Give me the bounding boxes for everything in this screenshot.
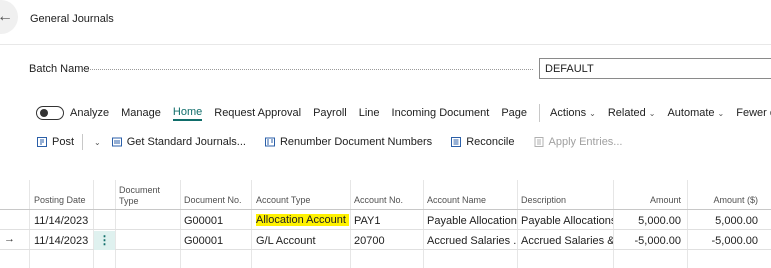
action-related-menu[interactable]: Related ⌄ [608,107,656,119]
col-account-no[interactable]: Account No. [354,195,403,206]
back-arrow-icon[interactable]: ← [0,0,18,34]
batch-name-input[interactable] [539,58,771,79]
apply-entries-label: Apply Entries... [548,136,623,148]
action-home[interactable]: Home [172,106,203,121]
post-dropdown-button[interactable]: ⌄ [91,138,101,147]
apply-entries-button[interactable]: Apply Entries... [533,136,623,148]
action-page[interactable]: Page [501,107,527,119]
chevron-down-icon: ⌄ [648,109,656,118]
cell-amount[interactable]: -5,000.00 [617,235,681,247]
col-posting-date[interactable]: Posting Date [34,195,86,206]
chevron-down-icon: ⌄ [717,109,725,118]
post-button[interactable]: Post [36,136,74,148]
renumber-label: Renumber Document Numbers [279,136,433,148]
automate-label: Automate [667,107,715,119]
col-account-type[interactable]: Account Type [256,195,310,206]
cell-amount-usd[interactable]: -5,000.00 [690,235,758,247]
action-request-approval[interactable]: Request Approval [214,107,301,119]
renumber-icon [264,137,275,147]
page-title: General Journals [30,13,114,25]
col-document-type-line1: Document [119,185,161,195]
table-row[interactable]: 11/14/2023 G00001 Allocation Account PAY… [0,211,771,230]
cell-description[interactable]: Payable Allocations [521,215,613,227]
standard-journal-icon [111,137,122,147]
batch-name-label: Batch Name [29,63,90,75]
cell-document-no[interactable]: G00001 [184,235,223,247]
post-label: Post [52,136,75,148]
cell-document-no[interactable]: G00001 [184,215,223,227]
get-standard-journals-label: Get Standard Journals... [126,136,246,148]
reconcile-label: Reconcile [466,136,515,148]
post-icon [37,137,47,147]
cell-account-name[interactable]: Accrued Salaries ... [427,235,517,247]
col-description[interactable]: Description [521,195,566,206]
col-amount-usd[interactable]: Amount ($) [690,195,758,206]
analyze-toggle[interactable] [36,106,64,120]
get-standard-journals-button[interactable]: Get Standard Journals... [111,136,246,148]
action-bar: Analyze Manage Home Request Approval Pay… [36,103,771,123]
col-amount[interactable]: Amount [617,195,681,206]
action-fewer-options[interactable]: Fewer options [736,107,771,119]
batch-name-leader [83,69,533,70]
reconcile-button[interactable]: Reconcile [450,136,515,148]
chevron-down-icon: ⌄ [94,137,101,147]
cell-amount[interactable]: 5,000.00 [617,215,681,227]
table-row[interactable]: → ⋮ 11/14/2023 G00001 G/L Account 20700 … [0,231,771,250]
grid-header: Posting Date Document Type Document No. A… [0,180,771,210]
apply-entries-icon [534,137,543,147]
account-type-highlight: Allocation Account [256,214,349,226]
cell-account-no[interactable]: 20700 [354,235,385,247]
col-document-type[interactable]: Document Type [119,185,160,207]
col-account-name[interactable]: Account Name [427,195,486,206]
cell-account-type[interactable]: Allocation Account [256,214,349,226]
cell-posting-date[interactable]: 11/14/2023 [34,235,88,247]
col-document-no[interactable]: Document No. [184,195,242,206]
cell-posting-date[interactable]: 11/14/2023 [34,215,88,227]
action-manage[interactable]: Manage [121,107,161,119]
action-actions-menu[interactable]: Actions ⌄ [550,107,596,119]
cell-amount-usd[interactable]: 5,000.00 [690,215,758,227]
chevron-down-icon: ⌄ [589,109,596,118]
actions-label: Actions [550,107,587,119]
action-payroll[interactable]: Payroll [313,107,347,119]
related-label: Related [607,107,646,119]
cell-account-no[interactable]: PAY1 [354,215,381,227]
toolbar-separator [82,134,84,150]
action-automate-menu[interactable]: Automate ⌄ [667,107,724,119]
reconcile-icon [451,137,462,147]
cell-account-type[interactable]: G/L Account [256,235,316,247]
toolbar: Post ⌄ Get Standard Journals... Renumber… [36,133,640,151]
cell-account-name[interactable]: Payable Allocations [427,215,517,227]
renumber-button[interactable]: Renumber Document Numbers [264,136,432,148]
action-separator [539,104,541,122]
action-incoming-document[interactable]: Incoming Document [392,107,490,119]
row-actions-menu-icon[interactable]: ⋮ [94,231,115,250]
action-analyze[interactable]: Analyze [70,107,109,119]
current-row-arrow-icon: → [4,233,15,245]
col-document-type-line2: Type [119,196,139,206]
action-line[interactable]: Line [359,107,380,119]
header-divider [0,44,771,45]
cell-description[interactable]: Accrued Salaries &... [521,235,613,247]
